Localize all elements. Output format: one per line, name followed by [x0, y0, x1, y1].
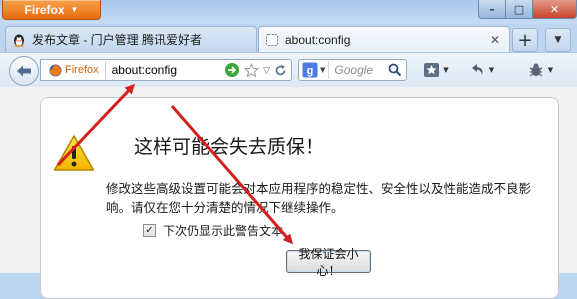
warning-description: 修改这些高级设置可能会对本应用程序的稳定性、安全性以及性能造成不良影响。请仅在您… — [106, 181, 532, 215]
back-arrow-icon — [17, 65, 31, 77]
tab-label: about:config — [285, 32, 351, 47]
chevron-down-icon: ▼ — [488, 66, 495, 74]
search-box[interactable]: g ▼ Google — [298, 59, 407, 81]
maximize-button[interactable]: □ — [506, 0, 533, 19]
search-icon[interactable] — [388, 63, 402, 77]
reload-icon[interactable] — [274, 64, 287, 77]
close-tab-icon[interactable]: ✕ — [487, 33, 503, 47]
back-button[interactable] — [9, 56, 39, 86]
new-tab-button[interactable]: + — [512, 28, 538, 52]
navigation-toolbar: Firefox about:config ▽ g ▼ Google ▼ ▼ ▼ — [0, 52, 577, 88]
search-input[interactable]: Google — [329, 63, 388, 77]
i-promise-button[interactable]: 我保证会小心！ — [286, 247, 371, 278]
bookmarks-icon — [424, 63, 440, 77]
tab-label: 发布文章 - 门户管理 腾讯爱好者 — [32, 33, 202, 47]
firefox-menu-button[interactable]: Firefox ▼ — [2, 0, 101, 20]
warning-icon — [53, 135, 95, 171]
url-bar[interactable]: Firefox about:config ▽ — [40, 59, 292, 81]
tab-publish-article[interactable]: 发布文章 - 门户管理 腾讯爱好者 — [5, 26, 257, 52]
google-g-icon: g — [302, 62, 318, 78]
qq-penguin-icon — [14, 34, 24, 47]
search-engine-selector[interactable]: g ▼ — [299, 61, 330, 79]
chevron-down-icon: ▼ — [443, 66, 449, 74]
chevron-down-icon: ▼ — [320, 66, 326, 74]
show-warning-checkbox-row[interactable]: ✓ 下次仍显示此警告文本 — [143, 222, 283, 239]
addon-menu-button[interactable]: ▼ — [520, 58, 560, 82]
tab-strip: 发布文章 - 门户管理 腾讯爱好者 about:config ✕ + ▼ — [0, 24, 577, 52]
history-dropdown-icon[interactable]: ▽ — [263, 65, 270, 76]
show-warning-checkbox[interactable]: ✓ — [143, 224, 156, 237]
go-arrow-icon[interactable] — [224, 62, 240, 78]
identity-label: Firefox — [65, 64, 99, 76]
bookmark-star-icon[interactable] — [244, 62, 260, 78]
title-bar: Firefox ▼ – □ ✕ — [0, 0, 577, 24]
history-menu-button[interactable]: ▼ — [464, 58, 500, 82]
firefox-menu-label: Firefox — [24, 2, 65, 17]
url-text[interactable]: about:config — [106, 63, 224, 77]
site-identity-button[interactable]: Firefox — [41, 61, 106, 79]
tab-about-config[interactable]: about:config ✕ — [258, 26, 510, 52]
firefox-logo-icon — [49, 64, 62, 76]
show-warning-checkbox-label[interactable]: 下次仍显示此警告文本 — [163, 222, 283, 239]
list-all-tabs-button[interactable]: ▼ — [545, 28, 571, 52]
bookmarks-menu-button[interactable]: ▼ — [418, 58, 454, 82]
close-window-button[interactable]: ✕ — [533, 0, 577, 19]
bug-icon — [529, 63, 543, 77]
undo-arrow-icon — [471, 64, 483, 75]
window-controls: – □ ✕ — [478, 0, 577, 19]
warning-title: 这样可能会失去质保！ — [134, 136, 325, 158]
minimize-button[interactable]: – — [478, 0, 506, 19]
warning-panel: 这样可能会失去质保！ 修改这些高级设置可能会对本应用程序的稳定性、安全性以及性能… — [40, 97, 559, 299]
chevron-down-icon: ▼ — [547, 66, 554, 74]
page-content: 这样可能会失去质保！ 修改这些高级设置可能会对本应用程序的稳定性、安全性以及性能… — [0, 87, 577, 299]
svg-text:g: g — [307, 65, 314, 77]
chevron-down-icon: ▼ — [70, 5, 79, 14]
blank-page-icon — [266, 33, 278, 46]
